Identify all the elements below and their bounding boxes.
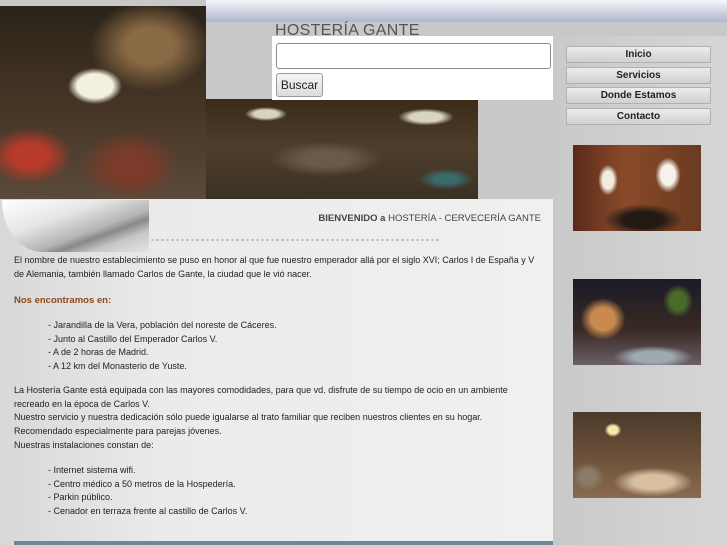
site-title: HOSTERÍA GANTE xyxy=(275,22,420,39)
page-curl-decoration xyxy=(2,200,149,252)
header-gradient-strip xyxy=(206,0,727,22)
description-line: Recomendado especialmente para parejas j… xyxy=(14,426,222,437)
nav-item-donde-estamos[interactable]: Donde Estamos xyxy=(566,87,711,105)
search-button[interactable]: Buscar xyxy=(276,73,323,97)
terrace-patio-photo xyxy=(206,99,478,199)
nav-item-contacto[interactable]: Contacto xyxy=(566,108,711,126)
intro-paragraph: El nombre de nuestro establecimiento se … xyxy=(14,255,535,279)
list-item: - Cenador en terraza frente al castillo … xyxy=(48,506,248,517)
description-line: Nuestras instalaciones constan de: xyxy=(14,439,154,450)
terrace-night-photo xyxy=(0,6,206,199)
list-item: - A 12 km del Monasterio de Yuste. xyxy=(48,361,187,372)
list-item: - Centro médico a 50 metros de la Hosped… xyxy=(48,478,236,489)
list-item: - Jarandilla de la Vera, población del n… xyxy=(48,320,277,330)
list-item: - Junto al Castillo del Emperador Carlos… xyxy=(48,333,218,344)
list-item: - Parkin público. xyxy=(48,492,113,503)
nav-item-servicios[interactable]: Servicios xyxy=(566,66,711,84)
description-line: La Hostería Gante está equipada con las … xyxy=(14,385,508,409)
description-block: La Hostería Gante está equipada con las … xyxy=(14,384,544,453)
hotel-exterior-photo xyxy=(573,279,701,365)
welcome-heading: BIENVENIDO a HOSTERÍA - CERVECERÍA GANTE xyxy=(318,213,541,224)
dotted-divider xyxy=(150,238,440,242)
location-list: - Jarandilla de la Vera, población del n… xyxy=(48,319,277,374)
search-input[interactable] xyxy=(276,43,551,69)
chapel-interior-photo xyxy=(573,145,701,231)
bedroom-photo xyxy=(573,412,701,498)
description-line: Nuestro servicio y nuestra dedicación só… xyxy=(14,412,483,423)
nav-item-inicio[interactable]: Inicio xyxy=(566,46,711,63)
footer-line xyxy=(14,541,553,545)
list-item: - A de 2 horas de Madrid. xyxy=(48,347,149,358)
facilities-list: - Internet sistema wifi. - Centro médico… xyxy=(48,464,247,519)
list-item: - Internet sistema wifi. xyxy=(48,465,136,475)
welcome-name: HOSTERÍA - CERVECERÍA GANTE xyxy=(385,213,541,224)
main-nav: Inicio Servicios Donde Estamos Contacto xyxy=(566,46,711,129)
location-heading: Nos encontramos en: xyxy=(14,295,112,306)
welcome-bold: BIENVENIDO a xyxy=(318,213,386,224)
